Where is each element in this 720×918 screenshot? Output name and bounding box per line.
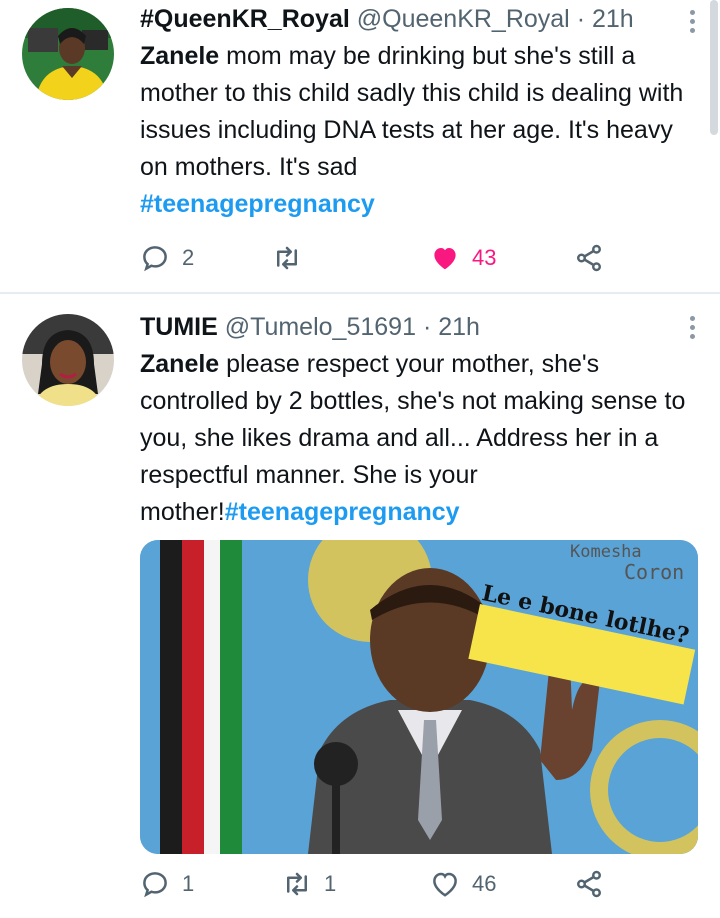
- author-name[interactable]: #QueenKR_Royal: [140, 5, 350, 33]
- tweet-header: #QueenKR_Royal @QueenKR_Royal · 21h: [140, 4, 680, 34]
- like-count: 46: [472, 871, 497, 896]
- avatar[interactable]: [22, 8, 114, 100]
- author-name[interactable]: TUMIE: [140, 313, 218, 341]
- more-icon[interactable]: [690, 316, 696, 343]
- timestamp[interactable]: · 21h: [423, 313, 480, 341]
- tweet-body: mom may be drinking but she's still a mo…: [140, 42, 684, 181]
- tweet-image[interactable]: Komesha Coron Le e bone lotlhe?: [140, 540, 698, 854]
- reply-count: 1: [182, 871, 195, 896]
- tweet-actions: 1 1 46: [140, 864, 620, 904]
- retweet-button[interactable]: 1: [282, 864, 336, 904]
- reply-icon: [143, 246, 167, 272]
- image-text: Komesha: [570, 542, 642, 562]
- tweet-text: Zanele please respect your mother, she's…: [140, 346, 698, 531]
- avatar[interactable]: [22, 314, 114, 406]
- reply-button[interactable]: 1: [140, 864, 194, 904]
- like-button[interactable]: 43: [430, 238, 496, 278]
- heart-icon: [433, 872, 457, 897]
- author-handle[interactable]: @Tumelo_51691: [225, 313, 416, 341]
- retweet-count: 1: [324, 871, 337, 896]
- tweet-text: Zanele mom may be drinking but she's sti…: [140, 38, 698, 223]
- like-button[interactable]: 46: [430, 864, 496, 904]
- mention[interactable]: Zanele: [140, 350, 219, 378]
- heart-icon: [434, 248, 456, 270]
- retweet-icon: [277, 246, 297, 270]
- retweet-icon: [287, 872, 307, 896]
- like-count: 43: [472, 245, 497, 270]
- tweet[interactable]: #QueenKR_Royal @QueenKR_Royal · 21h Zane…: [0, 0, 720, 292]
- scrollbar[interactable]: [710, 0, 718, 135]
- more-icon[interactable]: [690, 10, 696, 37]
- reply-button[interactable]: 2: [140, 238, 194, 278]
- reply-icon: [143, 872, 167, 898]
- timestamp[interactable]: · 21h: [577, 5, 634, 33]
- image-text: Coron: [624, 560, 685, 584]
- author-handle[interactable]: @QueenKR_Royal: [357, 5, 570, 33]
- retweet-button[interactable]: [272, 238, 314, 278]
- reply-count: 2: [182, 245, 195, 270]
- share-icon: [577, 870, 601, 898]
- mention[interactable]: Zanele: [140, 42, 219, 70]
- tweet[interactable]: TUMIE @Tumelo_51691 · 21h Zanele please …: [0, 294, 720, 918]
- hashtag-link[interactable]: #teenagepregnancy: [225, 498, 460, 526]
- tweet-header: TUMIE @Tumelo_51691 · 21h: [140, 312, 680, 342]
- share-button[interactable]: [574, 864, 604, 904]
- share-button[interactable]: [574, 238, 604, 278]
- tweet-actions: 2 43: [140, 238, 620, 278]
- hashtag-link[interactable]: #teenagepregnancy: [140, 190, 375, 218]
- share-icon: [577, 244, 601, 272]
